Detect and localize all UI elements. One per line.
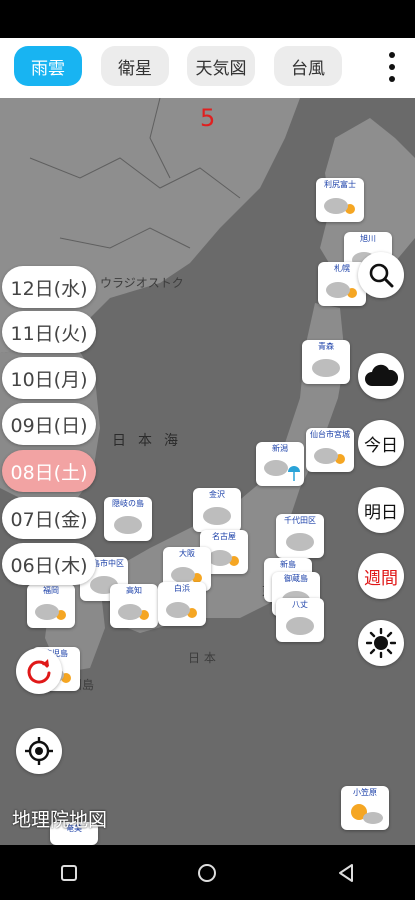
weather-card-aomori[interactable]: 青森 (302, 340, 350, 384)
date-button-07[interactable]: 07日(金) (2, 497, 96, 539)
weather-card-niigata[interactable]: 新潟 (256, 442, 304, 486)
weather-card-rishirifuji[interactable]: 利尻富士 (316, 178, 364, 222)
weather-card-name: 新島 (280, 560, 296, 569)
today-button[interactable]: 今日 (358, 420, 404, 466)
weather-card-name: 隠岐の島 (112, 499, 144, 508)
cloud-icon (312, 359, 340, 377)
locate-button[interactable] (16, 728, 62, 774)
system-nav-bar (0, 845, 415, 900)
weather-card-kanazawa[interactable]: 金沢 (193, 488, 241, 532)
label-japan-sea: 日本海 (112, 433, 190, 449)
circle-icon (198, 863, 217, 882)
label-nihon: 日 本 (188, 651, 216, 665)
tab-rain-cloud[interactable]: 雨雲 (14, 46, 82, 86)
refresh-button[interactable] (16, 648, 62, 694)
rain-cloud-button[interactable] (358, 353, 404, 399)
date-button-10[interactable]: 10日(月) (2, 357, 96, 399)
tab-weather-map[interactable]: 天気図 (187, 46, 255, 86)
weather-card-chiyoda[interactable]: 千代田区 (276, 514, 324, 558)
weather-card-ogasawara[interactable]: 小笠原 (341, 786, 389, 830)
recent-apps-button[interactable] (49, 853, 89, 893)
cloud-sun-icon (326, 282, 357, 298)
search-icon (369, 263, 394, 288)
cloud-rain-icon (264, 460, 300, 481)
date-button-09[interactable]: 09日(日) (2, 403, 96, 445)
cloud-sun-icon (324, 198, 355, 214)
weather-card-kochi[interactable]: 高知 (110, 584, 158, 628)
tab-satellite[interactable]: 衛星 (101, 46, 169, 86)
week-button[interactable]: 週間 (358, 553, 404, 599)
weather-card-fukuoka[interactable]: 福岡 (27, 584, 75, 628)
sun-cloud-icon (351, 804, 383, 824)
weather-card-name: 金沢 (209, 490, 225, 499)
square-icon (61, 864, 78, 881)
top-toolbar: 雨雲 衛星 天気図 台風 (0, 38, 415, 98)
date-button-06[interactable]: 06日(木) (2, 543, 96, 585)
weather-card-name: 新潟 (272, 444, 288, 453)
weather-card-name: 大阪 (179, 549, 195, 558)
weather-card-name: 仙台市宮城 (310, 430, 350, 439)
locate-icon (25, 737, 53, 765)
forecast-hour-indicator: 5 (200, 104, 216, 132)
weather-card-name: 青森 (318, 342, 334, 351)
weather-card-shirahama[interactable]: 白浜 (158, 582, 206, 626)
weather-card-name: 福岡 (43, 586, 59, 595)
cloud-sun-icon (35, 604, 66, 620)
cloud-icon (365, 364, 398, 386)
tab-typhoon[interactable]: 台風 (274, 46, 342, 86)
weather-card-name: 白浜 (174, 584, 190, 593)
weather-card-name: 千代田区 (284, 516, 316, 525)
tomorrow-button[interactable]: 明日 (358, 487, 404, 533)
cloud-sun-icon (314, 448, 345, 464)
date-button-08[interactable]: 08日(土) (2, 450, 96, 492)
map-attribution: 地理院地図 (12, 809, 108, 831)
date-button-11[interactable]: 11日(火) (2, 311, 96, 353)
cloud-icon (114, 516, 142, 534)
status-bar (0, 0, 415, 38)
weather-card-hachijo[interactable]: 八丈 (276, 598, 324, 642)
label-vladivostok: ウラジオストク (100, 276, 184, 290)
cloud-icon (203, 507, 231, 525)
back-button[interactable] (326, 853, 366, 893)
cloud-sun-icon (166, 602, 197, 618)
search-button[interactable] (358, 252, 404, 298)
date-button-12[interactable]: 12日(水) (2, 266, 96, 308)
refresh-icon (27, 659, 51, 684)
cloud-icon (286, 533, 314, 551)
cloud-icon (286, 617, 314, 635)
weather-card-sendai[interactable]: 仙台市宮城 (306, 428, 354, 472)
home-button[interactable] (187, 853, 227, 893)
back-triangle-icon (338, 863, 353, 882)
weather-card-name: 小笠原 (353, 788, 377, 797)
brightness-button[interactable] (358, 620, 404, 666)
weather-card-name: 名古屋 (212, 532, 236, 541)
cloud-sun-icon (118, 604, 149, 620)
weather-card-name: 八丈 (292, 600, 308, 609)
more-vertical-icon[interactable] (387, 52, 397, 82)
weather-card-name: 旭川 (360, 234, 376, 243)
weather-card-name: 利尻富士 (324, 180, 356, 189)
weather-card-name: 御蔵島 (284, 574, 308, 583)
sun-icon (366, 628, 396, 658)
weather-card-name: 高知 (126, 586, 142, 595)
weather-card-okinoshima[interactable]: 隠岐の島 (104, 497, 152, 541)
